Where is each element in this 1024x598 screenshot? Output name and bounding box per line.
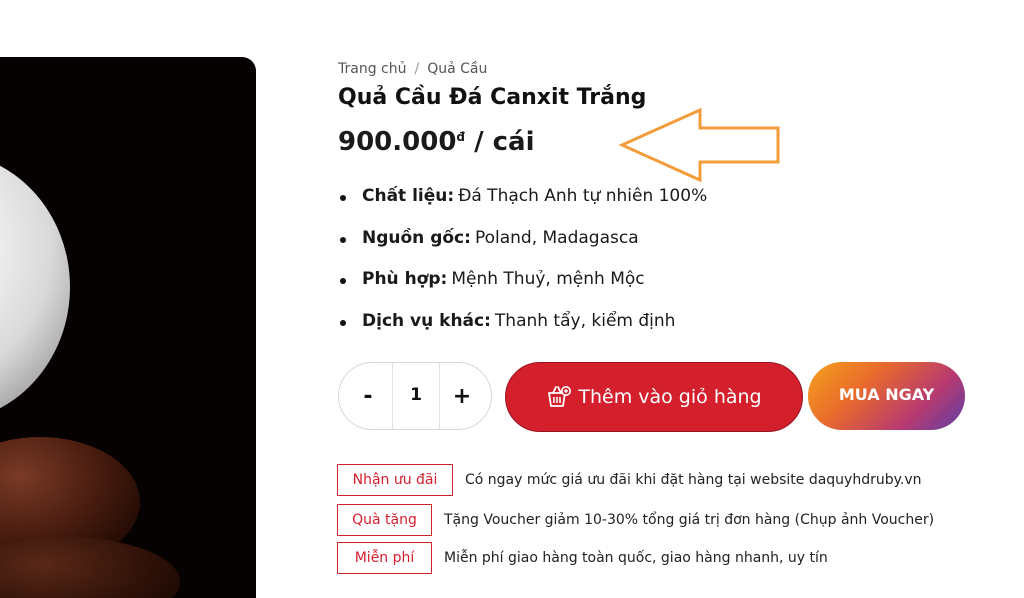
spec-list: Chất liệu: Đá Thạch Anh tự nhiên 100% Ngu… [340, 186, 707, 352]
price-value: 900.000 [338, 127, 457, 157]
product-price: 900.000đ / cái [338, 127, 535, 157]
spec-item: Dịch vụ khác: Thanh tẩy, kiểm định [340, 311, 707, 353]
spec-value: Thanh tẩy, kiểm định [494, 310, 676, 331]
bullet-dot [340, 195, 346, 201]
spec-item: Phù hợp: Mệnh Thuỷ, mệnh Mộc [340, 269, 707, 311]
offer-tag: Quà tặng [337, 504, 432, 536]
add-to-cart-button[interactable]: Thêm vào giỏ hàng [505, 362, 803, 432]
spec-label: Nguồn gốc: [362, 227, 471, 248]
spec-value: Đá Thạch Anh tự nhiên 100% [458, 186, 708, 206]
product-title: Quả Cầu Đá Canxit Trắng [338, 85, 647, 110]
offer-text: Miễn phí giao hàng toàn quốc, giao hàng … [444, 550, 828, 566]
bullet-dot [340, 278, 346, 284]
buy-now-label: MUA NGAY [838, 384, 935, 404]
offer-tag: Miễn phí [337, 542, 432, 574]
quantity-decrease-button[interactable]: - [343, 363, 393, 429]
calcite-sphere [0, 152, 70, 422]
spec-value: Poland, Madagasca [474, 227, 639, 248]
product-image [0, 57, 256, 598]
breadcrumb: Trang chủ / Quả Cầu [338, 61, 487, 77]
add-to-cart-label: Thêm vào giỏ hàng [578, 386, 762, 408]
offer-row: Quà tặng Tặng Voucher giảm 10-30% tổng g… [337, 504, 934, 536]
quantity-increase-button[interactable]: + [437, 363, 487, 429]
wooden-stand-base [0, 537, 180, 598]
breadcrumb-current[interactable]: Quả Cầu [427, 61, 487, 77]
spec-item: Nguồn gốc: Poland, Madagasca [340, 228, 707, 270]
bullet-dot [340, 236, 346, 243]
offer-tag: Nhận ưu đãi [337, 464, 453, 496]
bullet-dot [340, 319, 346, 326]
arrow-left-icon [618, 108, 780, 183]
buy-now-button[interactable]: MUA NGAY [808, 362, 965, 430]
breadcrumb-home[interactable]: Trang chủ [338, 61, 406, 77]
spec-label: Phù hợp: [362, 269, 448, 289]
breadcrumb-separator: / [414, 61, 420, 77]
spec-value: Mệnh Thuỷ, mệnh Mộc [451, 269, 645, 289]
currency-symbol: đ [456, 130, 466, 144]
shopping-basket-icon [546, 384, 572, 410]
quantity-input[interactable]: 1 [392, 363, 440, 429]
offer-text: Tặng Voucher giảm 10-30% tổng giá trị đơ… [444, 512, 935, 528]
quantity-stepper: - 1 + [338, 362, 492, 430]
spec-label: Chất liệu: [362, 186, 455, 206]
offer-text: Có ngay mức giá ưu đãi khi đặt hàng tại … [465, 472, 922, 488]
offer-row: Miễn phí Miễn phí giao hàng toàn quốc, g… [337, 542, 828, 574]
offer-row: Nhận ưu đãi Có ngay mức giá ưu đãi khi đ… [337, 464, 922, 496]
spec-item: Chất liệu: Đá Thạch Anh tự nhiên 100% [340, 186, 707, 228]
spec-label: Dịch vụ khác: [362, 310, 491, 331]
price-unit: / cái [474, 127, 535, 157]
